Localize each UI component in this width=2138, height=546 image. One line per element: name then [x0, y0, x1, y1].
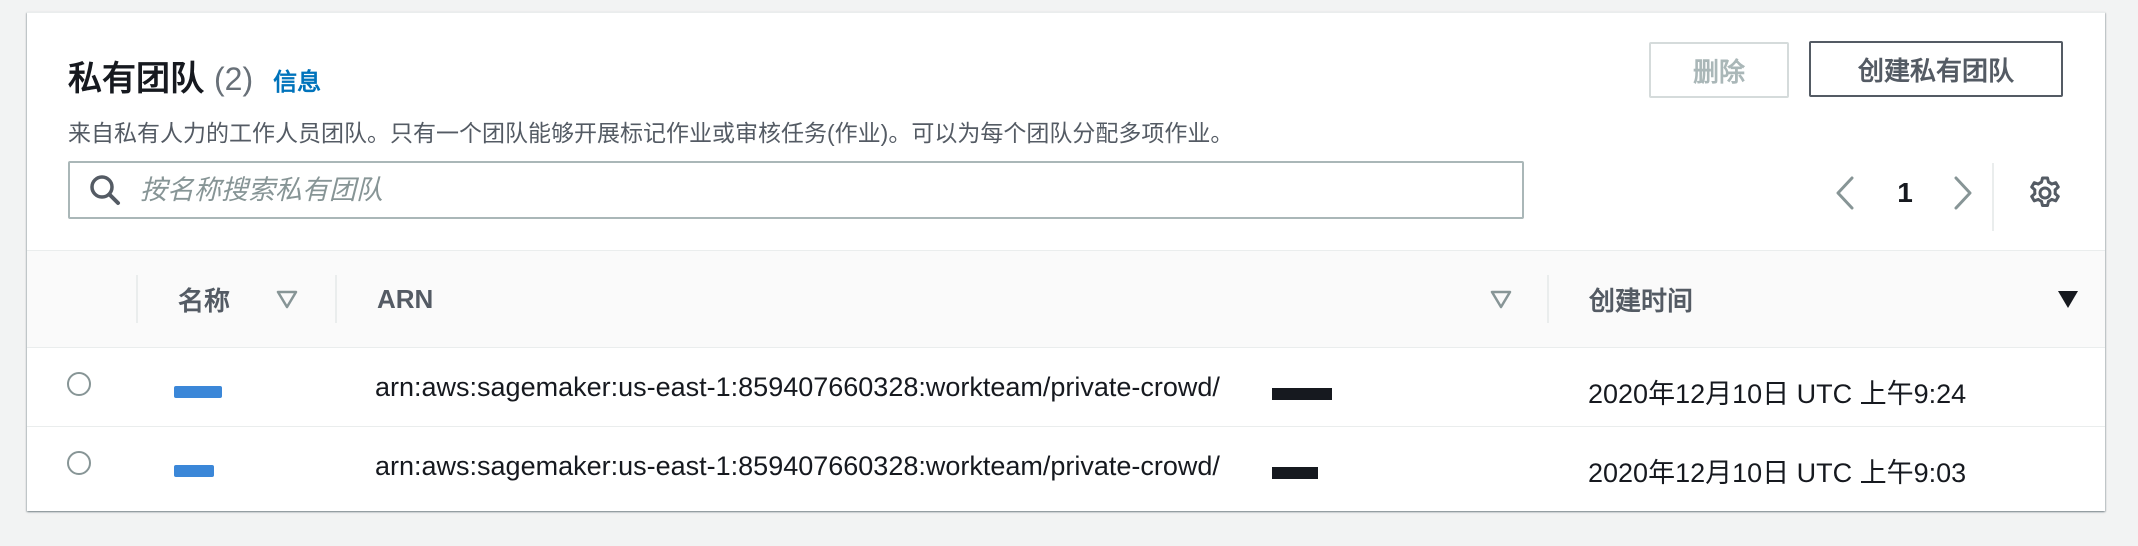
create-private-team-button[interactable]: 创建私有团队: [1809, 41, 2063, 97]
table-row[interactable]: arn:aws:sagemaker:us-east-1:859407660328…: [27, 427, 2105, 506]
row-select-radio[interactable]: [67, 451, 91, 475]
redacted-team-name[interactable]: [174, 386, 222, 398]
chevron-left-icon: [1836, 176, 1854, 210]
column-header-arn[interactable]: ARN: [377, 251, 433, 347]
previous-page-button[interactable]: [1825, 173, 1865, 213]
preferences-button[interactable]: [2023, 171, 2067, 215]
row-select-radio[interactable]: [67, 372, 91, 396]
created-time-cell: 2020年12月10日 UTC 上午9:24: [1588, 379, 1967, 409]
column-separator: [136, 275, 138, 323]
arn-cell: arn:aws:sagemaker:us-east-1:859407660328…: [375, 451, 1220, 481]
arn-cell: arn:aws:sagemaker:us-east-1:859407660328…: [375, 372, 1220, 402]
private-teams-panel: 私有团队 (2) 信息 来自私有人力的工作人员团队。只有一个团队能够开展标记作业…: [27, 12, 2105, 511]
filter-triangle-icon[interactable]: [275, 287, 299, 311]
pager-divider: [1992, 163, 1994, 231]
column-header-created[interactable]: 创建时间: [1589, 251, 1693, 347]
gear-icon: [2030, 176, 2060, 207]
page-title: 私有团队: [68, 60, 204, 98]
redacted-team-name[interactable]: [174, 465, 214, 477]
column-separator: [1547, 275, 1549, 323]
chevron-right-icon: [1954, 176, 1972, 210]
page-description: 来自私有人力的工作人员团队。只有一个团队能够开展标记作业或审核任务(作业)。可以…: [68, 120, 1234, 146]
created-time-cell: 2020年12月10日 UTC 上午9:03: [1588, 458, 1967, 488]
next-page-button[interactable]: [1943, 173, 1983, 213]
table-header: 名称 ARN 创建时间: [27, 250, 2105, 348]
search-input[interactable]: [138, 173, 1492, 207]
sort-descending-icon[interactable]: [2056, 287, 2080, 311]
search-icon: [90, 175, 120, 205]
team-count: (2): [214, 61, 254, 97]
search-box[interactable]: [68, 161, 1524, 219]
header: 私有团队 (2) 信息: [68, 51, 321, 100]
column-separator: [335, 275, 337, 323]
filter-triangle-icon[interactable]: [1489, 287, 1513, 311]
table-row[interactable]: arn:aws:sagemaker:us-east-1:859407660328…: [27, 348, 2105, 427]
delete-button[interactable]: 删除: [1649, 42, 1789, 98]
current-page-number[interactable]: 1: [1885, 173, 1925, 213]
info-link[interactable]: 信息: [273, 62, 321, 97]
column-header-name[interactable]: 名称: [178, 251, 230, 347]
redacted-arn-suffix: [1272, 388, 1332, 400]
redacted-arn-suffix: [1272, 467, 1318, 479]
